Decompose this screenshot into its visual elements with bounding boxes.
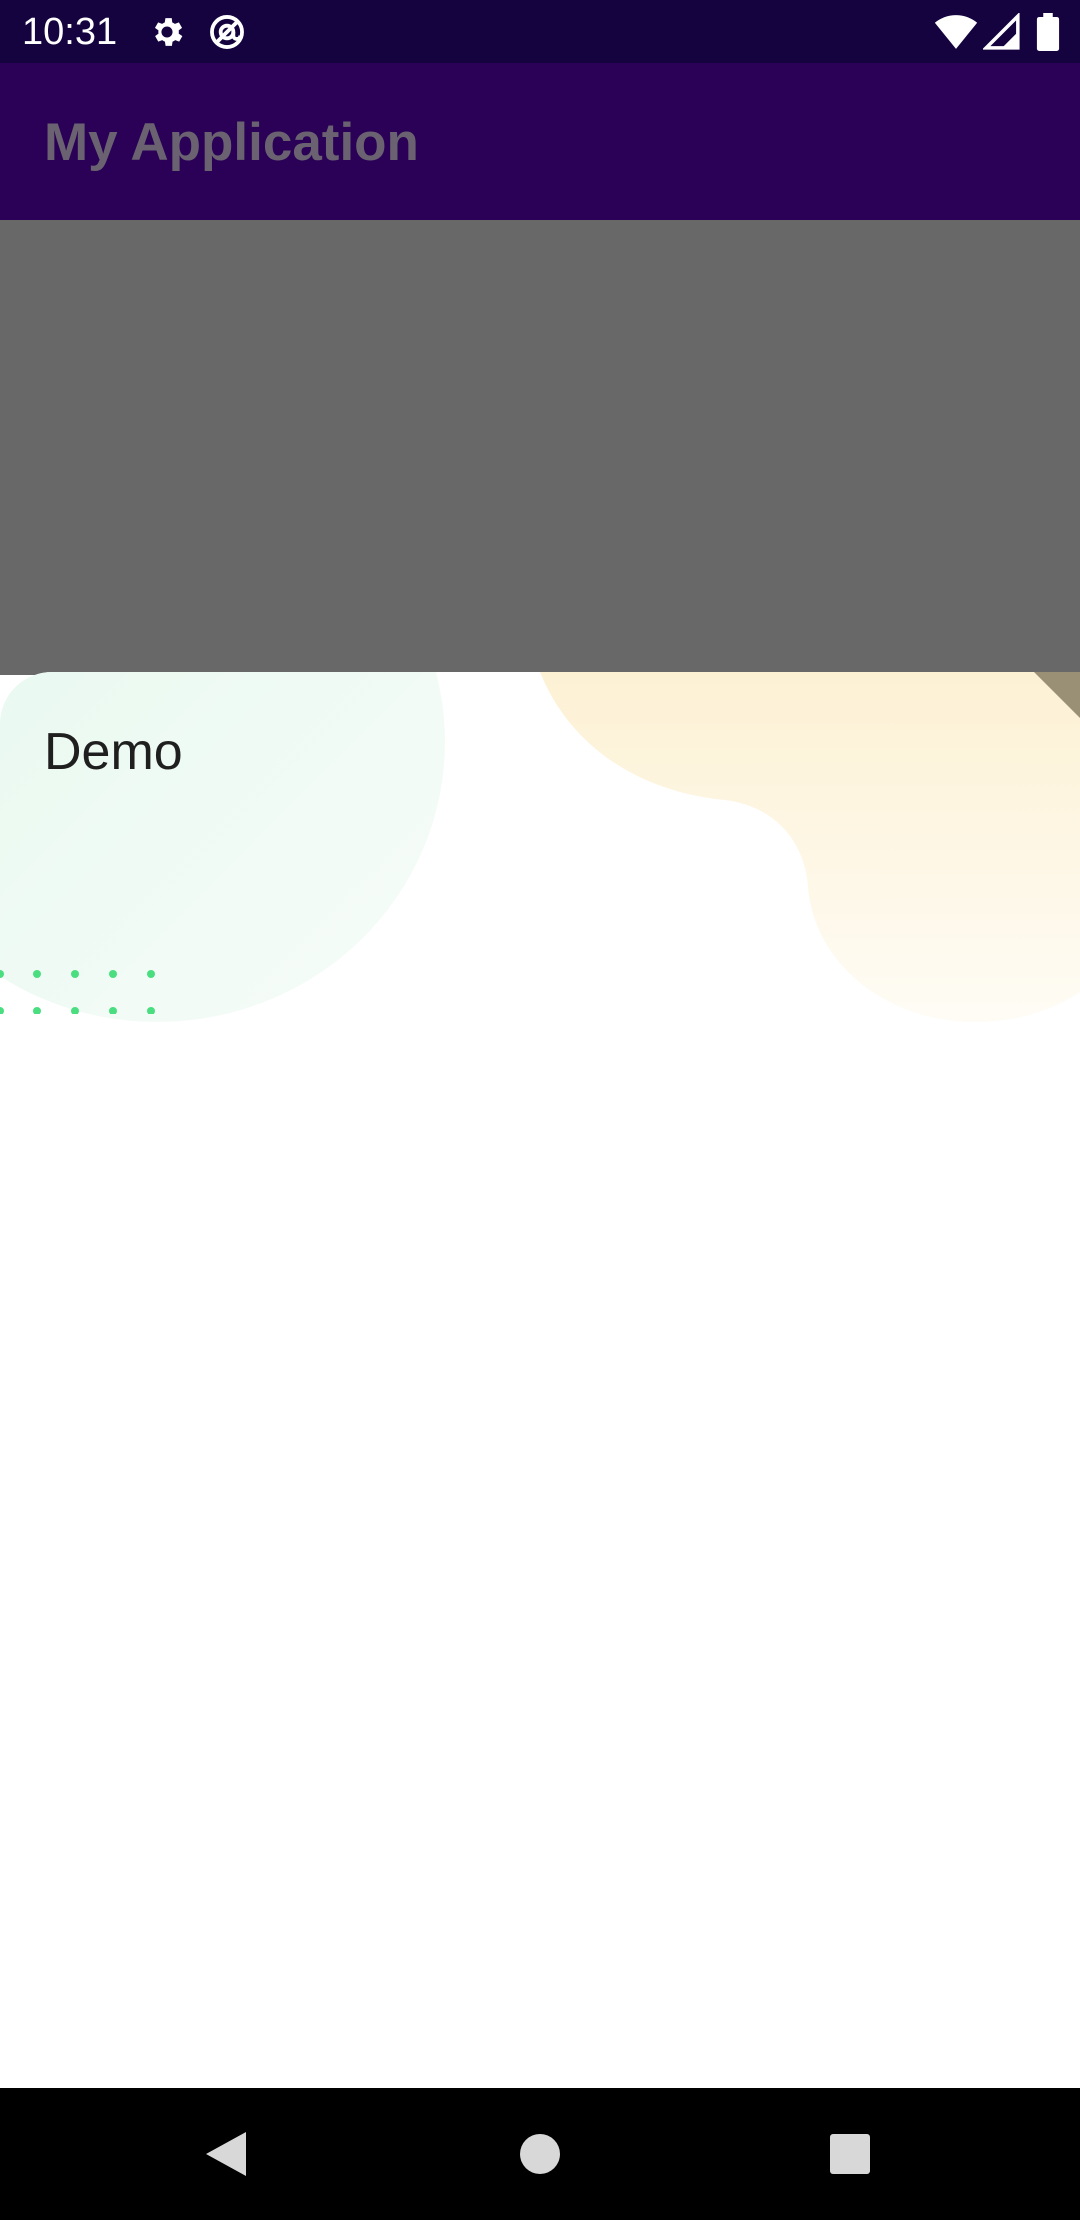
sheet-corner-notch	[1034, 672, 1080, 718]
signal-icon	[981, 11, 1021, 51]
navigation-bar	[0, 2088, 1080, 2220]
at-sign-icon	[208, 13, 246, 51]
bottom-sheet: Demo	[0, 672, 1080, 2088]
app-title: My Application	[44, 113, 419, 172]
sheet-title: Demo	[44, 723, 183, 781]
dim-scrim[interactable]	[0, 220, 1080, 675]
home-icon[interactable]	[510, 2124, 570, 2184]
dots-decoration	[0, 970, 155, 1014]
back-icon[interactable]	[196, 2124, 256, 2184]
recents-icon[interactable]	[820, 2124, 880, 2184]
app-bar: My Application	[0, 63, 1080, 220]
gear-icon	[148, 13, 186, 51]
wifi-icon	[934, 13, 978, 51]
screen: 10:31 My Application Demo	[0, 0, 1080, 2220]
status-time: 10:31	[22, 11, 118, 53]
status-bar: 10:31	[0, 0, 1080, 63]
battery-icon	[1036, 13, 1060, 51]
